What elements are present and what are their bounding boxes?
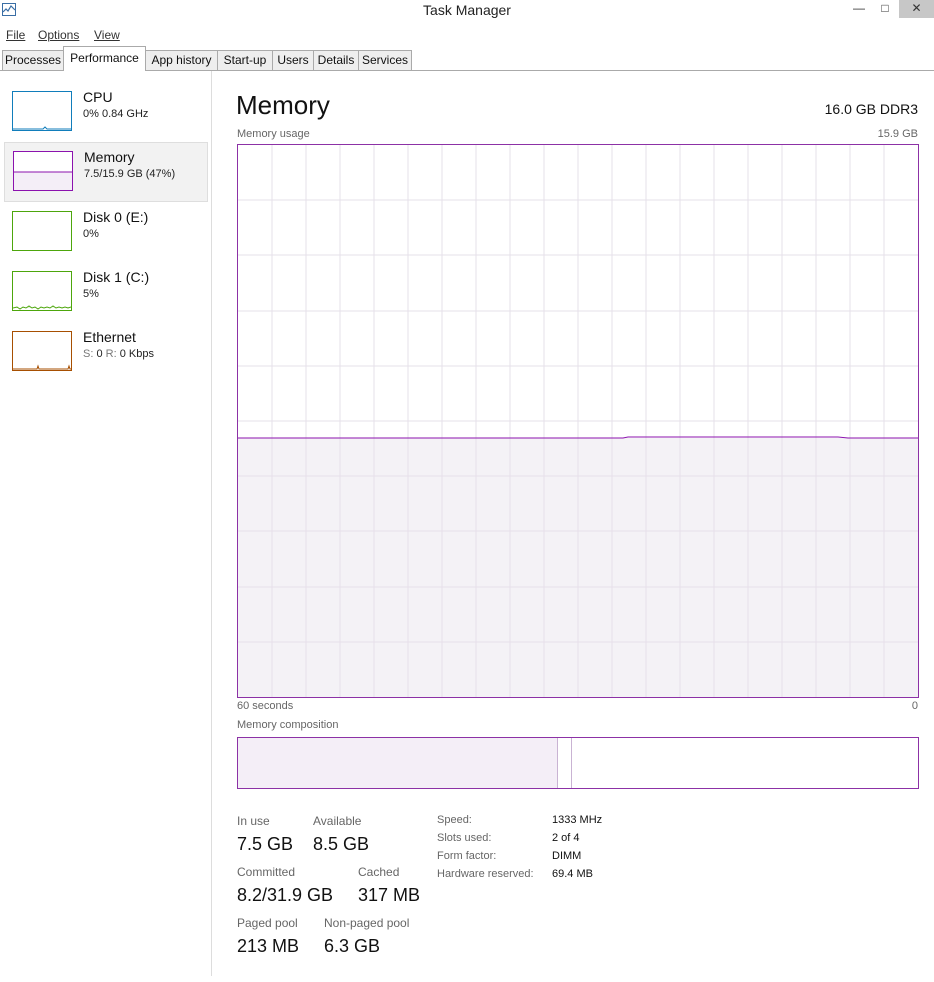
sidebar-item-memory[interactable]: Memory 7.5/15.9 GB (47%) [4, 142, 208, 202]
tab-processes[interactable]: Processes [2, 50, 64, 70]
disk0-mini-graph [12, 211, 72, 251]
committed-value: 8.2/31.9 GB [237, 885, 334, 905]
ethernet-mini-graph [12, 331, 72, 371]
time-axis-start: 60 seconds [237, 700, 294, 712]
sidebar-item-label: CPU [83, 89, 113, 105]
cpu-summary: 0% 0.84 GHz [83, 108, 149, 120]
hardware-reserved-value: 69.4 MB [552, 868, 593, 880]
sidebar-item-label: Ethernet [83, 329, 136, 345]
memory-usage-graph [237, 144, 919, 698]
in-use-label: In use [237, 814, 270, 828]
resource-sidebar: CPU 0% 0.84 GHz Memory 7.5/15.9 GB (47%)… [0, 71, 212, 976]
composition-modified [558, 738, 572, 788]
memory-usage-max: 15.9 GB [877, 128, 918, 140]
available-label: Available [313, 814, 362, 828]
page-title: Memory [236, 90, 330, 120]
disk1-mini-graph [12, 271, 72, 311]
tab-users[interactable]: Users [272, 50, 314, 70]
minimize-button[interactable]: — [846, 0, 872, 18]
sidebar-item-disk-0[interactable]: Disk 0 (E:) 0% [4, 203, 206, 261]
maximize-button[interactable]: □ [872, 0, 898, 18]
committed-label: Committed [237, 865, 296, 879]
disk1-summary: 5% [83, 288, 99, 300]
composition-in-use [238, 738, 558, 788]
window-title: Task Manager [423, 2, 511, 18]
available-value: 8.5 GB [313, 834, 370, 854]
hardware-reserved-label: Hardware reserved: [437, 868, 534, 880]
tab-strip: Processes Performance App history Start-… [0, 46, 934, 71]
send-value: 0 [96, 348, 103, 360]
memory-composition-label: Memory composition [237, 719, 339, 731]
in-use-value: 7.5 GB [237, 834, 294, 854]
disk0-summary: 0% [83, 228, 99, 240]
memory-usage-label: Memory usage [237, 128, 310, 140]
tab-start-up[interactable]: Start-up [217, 50, 273, 70]
memory-summary: 7.5/15.9 GB (47%) [84, 168, 176, 180]
sidebar-item-label: Disk 0 (E:) [83, 209, 149, 225]
receive-label: R: [105, 348, 117, 360]
sidebar-item-label: Disk 1 (C:) [83, 269, 150, 285]
receive-value: 0 Kbps [119, 348, 154, 360]
sidebar-item-disk-1[interactable]: Disk 1 (C:) 5% [4, 263, 206, 321]
non-paged-pool-label: Non-paged pool [324, 916, 410, 930]
sidebar-item-cpu[interactable]: CPU 0% 0.84 GHz [4, 83, 206, 141]
non-paged-pool-value: 6.3 GB [324, 936, 381, 956]
ethernet-summary: S: 0 R: 0 Kbps [83, 348, 154, 360]
memory-composition-bar [237, 737, 919, 789]
paged-pool-value: 213 MB [237, 936, 300, 956]
time-axis-end: 0 [911, 700, 918, 712]
cached-label: Cached [358, 865, 400, 879]
form-factor-label: Form factor: [437, 850, 497, 862]
menu-view[interactable]: View [94, 28, 120, 42]
menu-bar: File Options View [0, 25, 934, 45]
tab-details[interactable]: Details [313, 50, 359, 70]
form-factor-value: DIMM [552, 850, 582, 862]
send-label: S: [83, 348, 94, 360]
memory-spec: 16.0 GB DDR3 [824, 101, 918, 117]
slots-used-value: 2 of 4 [552, 832, 580, 844]
menu-options[interactable]: Options [38, 28, 79, 42]
speed-label: Speed: [437, 814, 472, 826]
memory-usage-plot [238, 145, 918, 697]
menu-file[interactable]: File [6, 28, 25, 42]
speed-value: 1333 MHz [552, 814, 603, 826]
sidebar-item-ethernet[interactable]: Ethernet S: 0 R: 0 Kbps [4, 323, 206, 381]
tab-performance[interactable]: Performance [63, 46, 146, 71]
cached-value: 317 MB [358, 885, 421, 905]
tab-app-history[interactable]: App history [145, 50, 218, 70]
title-bar: Task Manager — □ ✕ [0, 0, 934, 22]
paged-pool-label: Paged pool [237, 916, 298, 930]
close-button[interactable]: ✕ [899, 0, 934, 18]
cpu-mini-graph [12, 91, 72, 131]
slots-used-label: Slots used: [437, 832, 492, 844]
sidebar-item-label: Memory [84, 149, 135, 165]
tab-services[interactable]: Services [358, 50, 412, 70]
memory-mini-graph [13, 151, 73, 191]
